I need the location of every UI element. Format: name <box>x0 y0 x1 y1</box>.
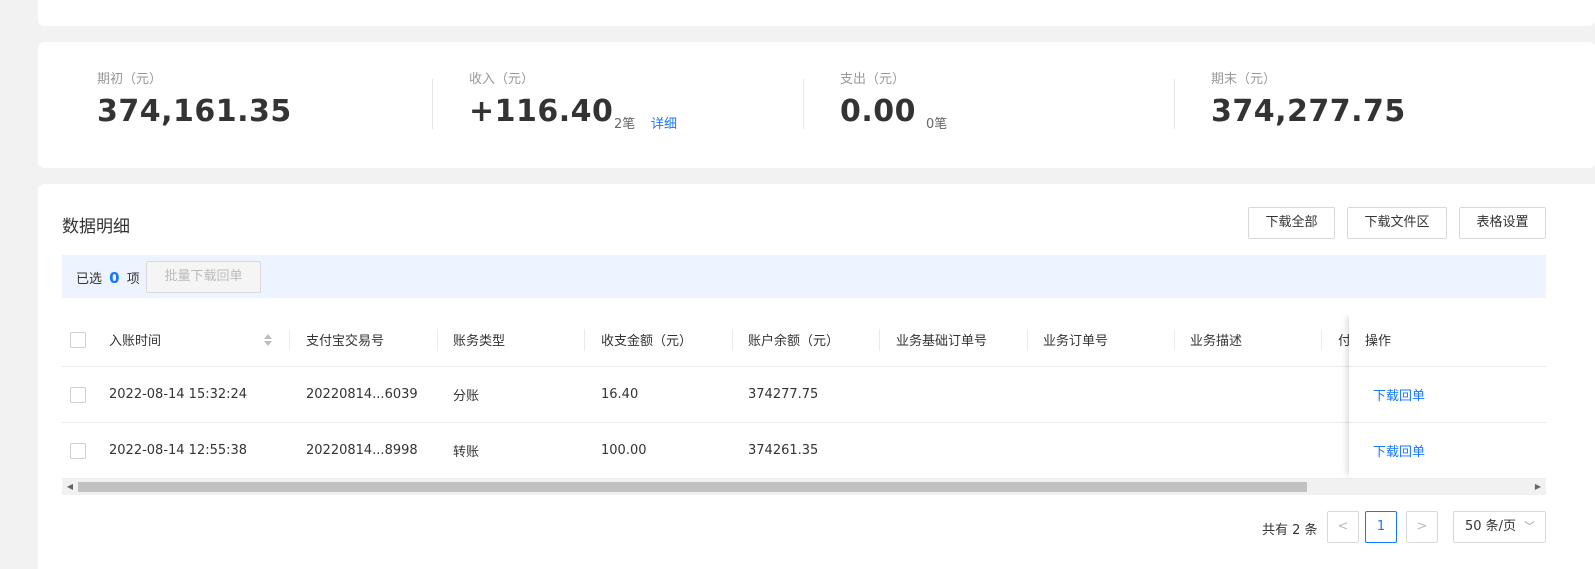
col-header-action: 操作 <box>1349 313 1546 367</box>
summary-closing-label: 期末（元） <box>1211 72 1277 87</box>
download-area-button[interactable]: 下载文件区 <box>1347 207 1447 239</box>
cell-type: 转账 <box>453 445 480 460</box>
col-header-desc: 业务描述 <box>1190 334 1243 349</box>
col-header-base-order: 业务基础订单号 <box>896 334 988 349</box>
divider <box>803 79 804 129</box>
summary-income-count: 2笔 <box>614 117 636 132</box>
cell-amount: 100.00 <box>601 443 647 458</box>
detail-card: 数据明细 下载全部 下载文件区 表格设置 已选 0 项 批量下载回单 入账时间 … <box>38 184 1595 569</box>
selection-count: 0 <box>109 269 120 287</box>
pagination-total: 共有 2 条 <box>1262 523 1318 538</box>
cell-alipay-no: 20220814...6039 <box>306 387 418 402</box>
cell-time: 2022-08-14 15:32:24 <box>109 387 248 402</box>
balance-summary: 期初（元） 374,161.35 收入（元） +116.40 2笔 详细 支出（… <box>38 42 1595 168</box>
select-all-checkbox[interactable] <box>70 332 86 348</box>
col-header-type: 账务类型 <box>453 334 506 349</box>
divider <box>432 79 433 129</box>
table-settings-button[interactable]: 表格设置 <box>1459 207 1546 239</box>
income-detail-link[interactable]: 详细 <box>651 113 677 132</box>
transactions-table: 入账时间 支付宝交易号 账务类型 收支金额（元） 账户余额（元） 业务基础订单号… <box>62 313 1546 479</box>
download-receipt-link[interactable]: 下载回单 <box>1373 441 1425 460</box>
scroll-right-icon[interactable]: ▶ <box>1530 479 1546 495</box>
top-card <box>38 0 1595 26</box>
col-header-balance: 账户余额（元） <box>748 334 840 349</box>
summary-closing-amount: 374,277.75 <box>1211 94 1406 129</box>
col-header-amount: 收支金额（元） <box>601 334 693 349</box>
summary-expense-label: 支出（元） <box>840 72 906 87</box>
column-divider[interactable] <box>584 329 585 351</box>
row-action-cell: 下载回单 <box>1349 423 1546 479</box>
page-size-value: 50 条/页 <box>1465 519 1517 534</box>
download-receipt-link[interactable]: 下载回单 <box>1373 385 1425 404</box>
summary-income: 收入（元） +116.40 2笔 详细 <box>432 42 803 168</box>
selection-suffix: 项 <box>126 272 140 287</box>
summary-opening-amount: 374,161.35 <box>97 94 292 129</box>
chevron-right-icon: > <box>1416 519 1428 534</box>
column-divider[interactable] <box>289 329 290 351</box>
selection-info: 已选 0 项 <box>76 268 140 287</box>
divider <box>1174 79 1175 129</box>
page-size-select[interactable]: 50 条/页 ﹀ <box>1453 511 1546 543</box>
column-divider[interactable] <box>879 329 880 351</box>
row-checkbox[interactable] <box>70 387 86 403</box>
summary-income-amount: +116.40 <box>469 94 614 129</box>
cell-balance: 374277.75 <box>748 387 819 402</box>
column-divider[interactable] <box>1027 329 1028 351</box>
section-title: 数据明细 <box>62 217 130 237</box>
row-action-cell: 下载回单 <box>1349 367 1546 423</box>
table-header: 入账时间 支付宝交易号 账务类型 收支金额（元） 账户余额（元） 业务基础订单号… <box>62 313 1546 367</box>
chevron-left-icon: < <box>1337 519 1349 534</box>
table-row: 2022-08-14 12:55:38 20220814...8998 转账 1… <box>62 423 1546 479</box>
cell-alipay-no: 20220814...8998 <box>306 443 418 458</box>
prev-page-button[interactable]: < <box>1327 511 1359 543</box>
col-header-order: 业务订单号 <box>1043 334 1109 349</box>
summary-opening: 期初（元） 374,161.35 <box>38 42 409 168</box>
column-divider[interactable] <box>732 329 733 351</box>
horizontal-scrollbar[interactable]: ◀ ▶ <box>62 479 1546 495</box>
cell-balance: 374261.35 <box>748 443 819 458</box>
scroll-left-icon[interactable]: ◀ <box>62 479 78 495</box>
cell-amount: 16.40 <box>601 387 639 402</box>
scrollbar-thumb[interactable] <box>78 482 1307 492</box>
summary-closing: 期末（元） 374,277.75 <box>1174 42 1545 168</box>
summary-expense-count: 0笔 <box>926 117 948 132</box>
summary-opening-label: 期初（元） <box>97 72 163 87</box>
next-page-button[interactable]: > <box>1406 511 1438 543</box>
summary-expense: 支出（元） 0.00 0笔 <box>803 42 1174 168</box>
action-column: 操作 下载回单 下载回单 <box>1349 313 1546 479</box>
page-number-button[interactable]: 1 <box>1365 511 1397 543</box>
col-header-alipay-no: 支付宝交易号 <box>306 334 385 349</box>
selection-bar: 已选 0 项 批量下载回单 <box>62 255 1546 298</box>
selection-prefix: 已选 <box>76 272 103 287</box>
table-row: 2022-08-14 15:32:24 20220814...6039 分账 1… <box>62 367 1546 423</box>
chevron-down-icon: ﹀ <box>1524 520 1535 533</box>
col-header-time[interactable]: 入账时间 <box>109 313 161 366</box>
column-divider[interactable] <box>1321 329 1322 351</box>
download-all-button[interactable]: 下载全部 <box>1248 207 1335 239</box>
cell-type: 分账 <box>453 389 480 404</box>
cell-time: 2022-08-14 12:55:38 <box>109 443 248 458</box>
row-checkbox[interactable] <box>70 443 86 459</box>
column-divider[interactable] <box>437 329 438 351</box>
sort-icon[interactable] <box>263 333 273 347</box>
summary-income-label: 收入（元） <box>469 72 535 87</box>
summary-expense-amount: 0.00 <box>840 94 917 129</box>
column-divider[interactable] <box>1174 329 1175 351</box>
batch-download-button[interactable]: 批量下载回单 <box>146 261 261 293</box>
